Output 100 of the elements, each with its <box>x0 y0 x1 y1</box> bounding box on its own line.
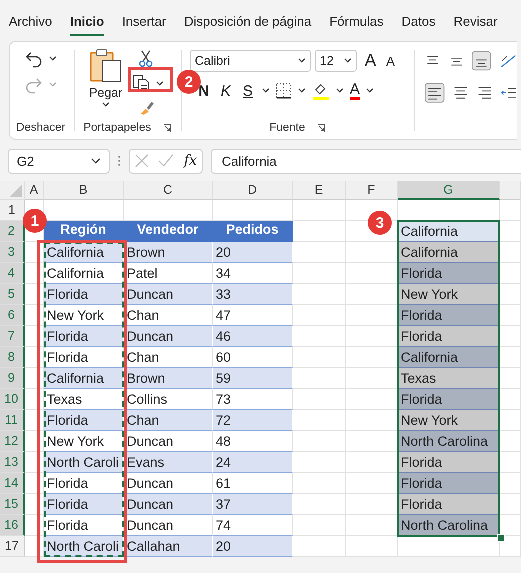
align-right-icon[interactable] <box>476 84 493 102</box>
clipboard-icon[interactable] <box>89 48 123 84</box>
table-cell: 59 <box>213 368 293 389</box>
table-cell: 37 <box>213 494 293 515</box>
row-header[interactable]: 8 <box>0 347 25 368</box>
table-cell: New York <box>398 284 500 305</box>
copy-button[interactable] <box>131 73 166 95</box>
ribbon-tab[interactable]: Insertar <box>122 14 166 36</box>
grow-font-button[interactable]: A <box>365 51 376 71</box>
dialog-launcher-icon[interactable] <box>317 124 326 132</box>
table-cell: 46 <box>213 326 293 347</box>
row-header[interactable]: 6 <box>0 305 25 326</box>
row-header[interactable]: 9 <box>0 368 25 389</box>
row-header[interactable]: 10 <box>0 389 25 410</box>
table-cell: California <box>44 242 124 263</box>
ribbon-tab[interactable]: Revisar <box>454 14 498 36</box>
chevron-icon[interactable] <box>344 58 352 64</box>
table-cell: North Carolina <box>398 431 500 452</box>
ribbon-tab[interactable]: Disposición de página <box>184 14 312 36</box>
table-cell: Florida <box>44 515 124 536</box>
column-header[interactable]: F <box>346 181 398 200</box>
table-cell: 24 <box>213 452 293 473</box>
ribbon-tab[interactable]: Archivo <box>9 14 52 36</box>
table-cell: California <box>398 242 500 263</box>
insert-function-button[interactable]: fx <box>184 153 198 169</box>
fill-handle[interactable] <box>497 534 505 542</box>
row-header[interactable]: 4 <box>0 263 25 284</box>
table-cell: Florida <box>44 494 124 515</box>
table-cell: California <box>398 347 500 368</box>
row-header[interactable]: 12 <box>0 431 25 452</box>
chevron-icon[interactable] <box>49 56 57 62</box>
row-header[interactable]: 11 <box>0 410 25 431</box>
fill-bucket-icon[interactable] <box>312 82 330 100</box>
table-cell: Brown <box>124 242 213 263</box>
row-header[interactable]: 5 <box>0 284 25 305</box>
column-header[interactable]: C <box>124 181 213 200</box>
table-cell: Callahan <box>124 536 213 557</box>
table-cell: Florida <box>44 326 124 347</box>
row-header[interactable]: 16 <box>0 515 25 536</box>
row-header[interactable]: 3 <box>0 242 25 263</box>
align-left-icon[interactable] <box>425 82 445 104</box>
row-header[interactable]: 13 <box>0 452 25 473</box>
table-cell: Florida <box>398 473 500 494</box>
empty-cell <box>346 536 398 557</box>
table-cell: North Caroli <box>44 536 124 557</box>
row-header[interactable]: 7 <box>0 326 25 347</box>
chevron-icon[interactable] <box>91 158 101 164</box>
scissors-icon[interactable] <box>139 50 153 68</box>
table-cell: North Carolina <box>398 515 500 536</box>
underline-button[interactable]: S <box>240 82 256 100</box>
column-header[interactable]: E <box>293 181 346 200</box>
group-label: Portapapeles <box>84 122 152 134</box>
chevron-icon[interactable] <box>298 88 306 94</box>
align-bottom-icon[interactable] <box>472 50 492 72</box>
table-cell: 74 <box>213 515 293 536</box>
table-cell: Florida <box>398 389 500 410</box>
ribbon-tab[interactable]: Inicio <box>70 14 104 36</box>
ribbon-tab[interactable]: Datos <box>402 14 436 36</box>
dialog-launcher-icon[interactable] <box>163 124 172 132</box>
undo-icon[interactable] <box>25 50 43 68</box>
highlight-frame <box>128 67 173 92</box>
copy-icon[interactable] <box>133 75 151 93</box>
shrink-font-button[interactable]: A <box>386 54 396 68</box>
table-cell: Collins <box>124 389 213 410</box>
group-label: Deshacer <box>16 122 66 136</box>
chevron-icon[interactable] <box>366 88 374 94</box>
chevron-icon[interactable] <box>262 88 270 94</box>
italic-button[interactable]: K <box>218 82 234 100</box>
table-cell: 73 <box>213 389 293 410</box>
chevron-icon[interactable] <box>156 81 164 87</box>
row-header[interactable]: 2 <box>0 221 25 242</box>
chevron-icon[interactable] <box>336 88 344 94</box>
font-color-button[interactable]: A <box>350 82 360 100</box>
table-cell: Florida <box>398 326 500 347</box>
chevron-icon[interactable] <box>298 58 306 64</box>
paste-label[interactable]: Pegar <box>89 86 123 100</box>
align-center-icon[interactable] <box>452 84 469 102</box>
table-cell: Duncan <box>124 284 213 305</box>
paintbrush-icon[interactable] <box>139 100 155 116</box>
font-name-dropdown[interactable]: Calibri <box>190 50 311 72</box>
column-header[interactable]: D <box>213 181 293 200</box>
column-header[interactable]: G <box>398 181 500 200</box>
checkmark-icon[interactable] <box>158 154 174 168</box>
borders-icon[interactable] <box>276 83 292 99</box>
table-cell: 48 <box>213 431 293 452</box>
callout-badge: 1 <box>23 209 47 233</box>
row-header[interactable]: 15 <box>0 494 25 515</box>
row-header[interactable]: 17 <box>0 536 25 557</box>
row-header[interactable]: 1 <box>0 200 25 221</box>
ribbon-tab[interactable]: Fórmulas <box>330 14 384 36</box>
table-cell: 20 <box>213 242 293 263</box>
name-box[interactable]: G2 <box>8 148 110 174</box>
column-header[interactable]: A <box>25 181 44 200</box>
font-size-dropdown[interactable]: 12 <box>315 50 357 72</box>
column-header[interactable]: B <box>44 181 124 200</box>
table-cell: Duncan <box>124 494 213 515</box>
row-header[interactable]: 14 <box>0 473 25 494</box>
table-cell: 33 <box>213 284 293 305</box>
chevron-icon[interactable] <box>102 102 110 108</box>
formula-input[interactable]: California <box>211 148 521 174</box>
